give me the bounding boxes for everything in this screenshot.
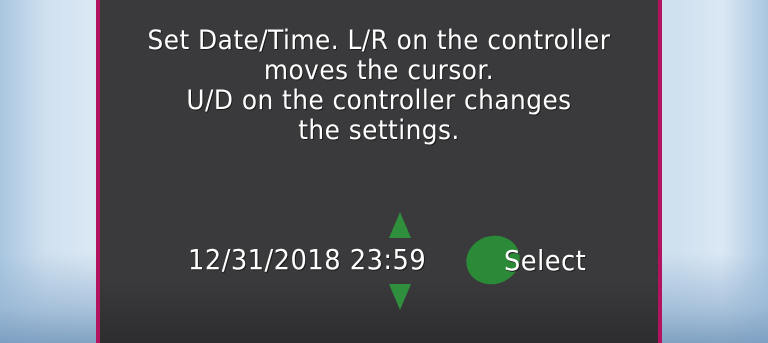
instruction-line-2: moves the cursor. — [263, 55, 495, 86]
triangle-up-icon[interactable] — [389, 212, 411, 238]
triangle-down-icon[interactable] — [389, 284, 411, 310]
select-label: Select — [504, 244, 587, 277]
instruction-line-4: the settings. — [298, 115, 460, 146]
instruction-text: Set Date/Time. L/R on the controller mov… — [122, 26, 635, 146]
select-button[interactable]: Select — [459, 228, 608, 292]
instruction-line-1: Set Date/Time. L/R on the controller — [147, 25, 611, 56]
date-time-dialog: Set Date/Time. L/R on the controller mov… — [96, 0, 662, 343]
datetime-field[interactable]: 12/31/2018 23:59 — [188, 243, 426, 276]
instruction-line-3: U/D on the controller changes — [186, 85, 572, 116]
